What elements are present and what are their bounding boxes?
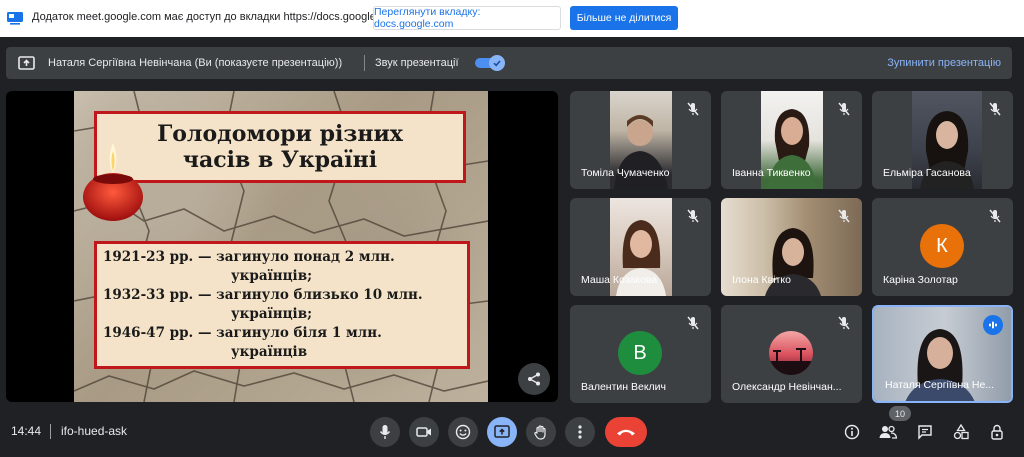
chat-icon [918,425,932,440]
participant-name: Олександр Невінчан... [732,381,842,393]
participant-tile[interactable]: Ельміра Гасанова [872,91,1013,189]
stop-sharing-button[interactable]: Більше не ділитися [570,6,678,30]
hand-icon [534,425,546,440]
camera-icon [416,427,431,437]
clock: 14:44 [11,424,42,438]
microphone-button[interactable] [370,417,400,447]
present-screen-icon [18,56,35,70]
leave-call-button[interactable] [605,417,647,447]
check-icon [489,55,505,71]
raise-hand-button[interactable] [526,417,556,447]
participant-name: Каріна Золотар [883,274,958,286]
participant-name: Наталя Сергіївна Не... [885,379,995,391]
participant-tile[interactable]: В Валентин Веклич [570,305,711,403]
avatar [769,331,813,375]
participant-name: Іванна Тиквенко [732,167,811,179]
host-controls-button[interactable] [987,422,1007,442]
participant-tile[interactable]: Маша Козакова [570,198,711,296]
info-icon [844,424,860,440]
participant-name: Ельміра Гасанова [883,167,971,179]
divider [50,424,51,439]
participant-tile[interactable]: Олександр Невінчан... [721,305,862,403]
avatar: К [920,224,964,268]
meeting-code: ifo-hued-ask [61,424,128,438]
slide-facts-box: 1921-23 рр. — загинуло понад 2 млн. укра… [94,241,470,369]
camera-button[interactable] [409,417,439,447]
presentation-slide: Голодомори різних часів в Україні 1921-2… [74,91,488,402]
view-tab-button[interactable]: Переглянути вкладку: docs.google.com [373,6,561,30]
mic-off-icon [687,316,699,330]
hangup-icon [617,429,635,436]
meeting-details-button[interactable] [842,422,862,442]
mic-off-icon [687,102,699,116]
tab-share-bar: Додаток meet.google.com має доступ до вк… [0,0,1024,37]
presentation-stage: Голодомори різних часів в Україні 1921-2… [6,91,558,402]
mic-off-icon [838,316,850,330]
lock-person-icon [991,424,1003,440]
fact-line: 1921-23 рр. — загинуло понад 2 млн. [103,249,395,265]
mic-off-icon [989,102,1001,116]
mic-icon [379,425,391,439]
participant-tile-active-speaker[interactable]: Наталя Сергіївна Не... [872,305,1013,403]
stop-presentation-link[interactable]: Зупинити презентацію [887,57,1001,69]
mic-off-icon [687,209,699,223]
cast-tab-icon [7,12,23,25]
participant-name: Валентин Веклич [581,381,667,393]
slide-title-box: Голодомори різних часів в Україні [94,111,466,183]
mic-off-icon [838,209,850,223]
present-screen-icon [494,425,510,438]
fact-line: українців [231,344,308,360]
participant-tile[interactable]: Томіла Чумаченко [570,91,711,189]
activities-button[interactable] [951,422,971,442]
emoji-icon [455,424,471,440]
fact-line: 1946-47 рр. — загинуло біля 1 млн. [103,325,382,341]
presenter-label: Наталя Сергіївна Невінчана (Ви (показуєт… [48,57,343,69]
share-icon [528,372,540,386]
people-button[interactable] [878,422,898,442]
bottom-control-bar: 14:44 ifo-hued-ask 10 [0,406,1024,457]
speaking-indicator-icon [983,315,1003,335]
fact-line: 1932-33 рр. — загинуло близько 10 млн. [103,287,423,303]
people-icon [879,425,897,439]
participant-name: Томіла Чумаченко [581,167,670,179]
fact-line: українців; [231,306,313,322]
share-message: Додаток meet.google.com має доступ до вк… [32,11,400,23]
participant-tile[interactable]: К Каріна Золотар [872,198,1013,296]
slide-title-line1: Голодомори різних [157,120,403,147]
participant-tile[interactable]: Іванна Тиквенко [721,91,862,189]
participant-tile[interactable]: Ілона Квітко [721,198,862,296]
share-button[interactable] [518,363,550,395]
presentation-bar: Наталя Сергіївна Невінчана (Ви (показуєт… [6,47,1012,79]
avatar: В [618,331,662,375]
shapes-icon [953,424,969,440]
presentation-sound-toggle[interactable] [475,55,505,71]
more-options-button[interactable] [565,417,595,447]
more-vert-icon [578,425,582,439]
participant-name: Ілона Квітко [732,274,791,286]
presentation-sound-label: Звук презентації [375,57,459,69]
divider [364,55,365,71]
participant-name: Маша Козакова [581,274,658,286]
slide-title-line2: часів в Україні [182,147,378,173]
mic-off-icon [989,209,1001,223]
present-now-button[interactable] [487,417,517,447]
fact-line: українців; [231,268,313,284]
emoji-reactions-button[interactable] [448,417,478,447]
mic-off-icon [838,102,850,116]
participant-count-badge: 10 [889,406,911,421]
chat-button[interactable] [915,422,935,442]
candle-icon [83,143,143,221]
